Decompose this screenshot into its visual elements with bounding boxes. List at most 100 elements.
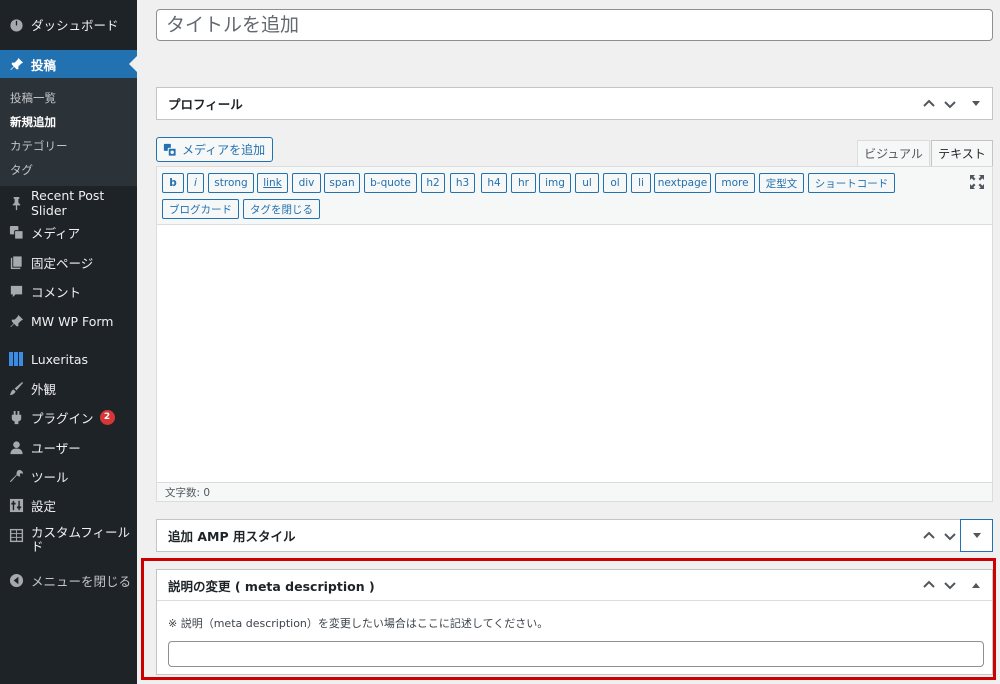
qt-span-button[interactable]: span xyxy=(324,173,360,193)
menu-posts[interactable]: 投稿 xyxy=(0,50,137,78)
qt-more-button[interactable]: more xyxy=(715,173,755,193)
meta-description-input[interactable] xyxy=(168,641,984,667)
qt-close-tags-button[interactable]: タグを閉じる xyxy=(243,199,320,219)
submenu-all-posts[interactable]: 投稿一覧 xyxy=(10,90,56,106)
tab-visual[interactable]: ビジュアル xyxy=(857,140,930,166)
qt-li-button[interactable]: li xyxy=(631,173,651,193)
amp-style-postbox: 追加 AMP 用スタイル xyxy=(156,518,993,552)
collapse-menu-button[interactable]: メニューを閉じる xyxy=(0,566,137,594)
chevron-down-icon xyxy=(943,532,956,540)
text-editor: b i strong link div span b-quote h2 h3 h… xyxy=(156,166,993,502)
menu-plugins-label: プラグイン xyxy=(31,410,94,426)
collapse-arrow-icon xyxy=(8,572,24,588)
caret-down-icon xyxy=(972,101,980,106)
dashboard-icon xyxy=(8,16,24,32)
caret-down-icon xyxy=(972,532,981,538)
menu-tools[interactable]: ツール xyxy=(0,462,137,490)
menu-users[interactable]: ユーザー xyxy=(0,433,137,461)
table-icon xyxy=(8,527,24,543)
admin-sidebar: ダッシュボード 投稿 投稿一覧 新規追加 カテゴリー タグ Recent Pos… xyxy=(0,0,137,684)
postbox-title: 説明の変更 ( meta description ) xyxy=(168,578,375,594)
menu-media[interactable]: メディア xyxy=(0,218,137,246)
menu-recent-post-slider-label: Recent Post Slider xyxy=(31,188,105,218)
menu-luxeritas[interactable]: Luxeritas xyxy=(0,345,137,373)
plugin-icon xyxy=(8,409,24,425)
qt-link-button[interactable]: link xyxy=(257,173,288,193)
menu-tools-label: ツール xyxy=(31,469,69,485)
postbox-header: 追加 AMP 用スタイル xyxy=(157,518,993,552)
settings-icon xyxy=(8,497,24,513)
toggle-panel-button[interactable] xyxy=(960,518,993,552)
qt-italic-button[interactable]: i xyxy=(187,173,204,193)
caret-up-icon xyxy=(972,582,980,588)
active-indicator xyxy=(129,56,137,72)
post-title-input[interactable] xyxy=(157,10,992,40)
menu-users-label: ユーザー xyxy=(31,440,81,456)
qt-nextpage-button[interactable]: nextpage xyxy=(654,173,711,193)
toggle-panel-button[interactable] xyxy=(960,570,992,601)
move-down-button[interactable] xyxy=(939,88,960,119)
chevron-up-icon xyxy=(922,99,935,107)
postbox-header: 説明の変更 ( meta description ) xyxy=(157,570,992,601)
submenu-add-new[interactable]: 新規追加 xyxy=(10,114,56,130)
menu-comments[interactable]: コメント xyxy=(0,277,137,305)
menu-pages-label: 固定ページ xyxy=(31,255,94,271)
qt-h3-button[interactable]: h3 xyxy=(450,173,475,193)
content-textarea[interactable] xyxy=(157,225,992,483)
menu-custom-fields-label: カスタムフィールド xyxy=(31,525,131,554)
qt-hr-button[interactable]: hr xyxy=(511,173,536,193)
menu-custom-fields[interactable]: カスタムフィールド xyxy=(0,526,137,560)
posts-submenu: 投稿一覧 新規追加 カテゴリー タグ xyxy=(0,78,137,186)
char-count: 文字数: 0 xyxy=(165,486,211,499)
meta-description-help: ※ 説明（meta description）を変更したい場合はここに記述してくだ… xyxy=(168,617,549,630)
submenu-tags[interactable]: タグ xyxy=(10,162,33,178)
add-media-label: メディアを追加 xyxy=(182,143,266,157)
qt-template-button[interactable]: 定型文 xyxy=(759,173,804,193)
move-up-button[interactable] xyxy=(918,88,939,119)
move-up-button[interactable] xyxy=(918,570,939,601)
qt-bquote-button[interactable]: b-quote xyxy=(364,173,417,193)
menu-settings[interactable]: 設定 xyxy=(0,491,137,519)
fullscreen-icon[interactable] xyxy=(970,175,984,189)
media-icon xyxy=(163,143,177,157)
toggle-panel-button[interactable] xyxy=(960,88,992,119)
menu-mw-wp-form[interactable]: MW WP Form xyxy=(0,307,137,335)
qt-h4-button[interactable]: h4 xyxy=(481,173,507,193)
qt-strong-button[interactable]: strong xyxy=(208,173,254,193)
post-title-box xyxy=(156,9,993,41)
qt-h2-button[interactable]: h2 xyxy=(421,173,445,193)
move-up-button[interactable] xyxy=(918,520,939,551)
menu-dashboard[interactable]: ダッシュボード xyxy=(0,10,137,38)
move-down-button[interactable] xyxy=(939,570,960,601)
menu-media-label: メディア xyxy=(31,225,81,241)
menu-comments-label: コメント xyxy=(31,284,82,300)
add-media-button[interactable]: メディアを追加 xyxy=(156,137,274,162)
menu-plugins[interactable]: プラグイン 2 xyxy=(0,403,137,431)
paintbrush-icon xyxy=(8,380,24,396)
qt-bold-button[interactable]: b xyxy=(162,173,184,193)
move-down-button[interactable] xyxy=(939,520,960,551)
meta-description-postbox: 説明の変更 ( meta description ) ※ 説明（meta des… xyxy=(156,569,993,675)
luxeritas-icon xyxy=(8,351,24,367)
qt-div-button[interactable]: div xyxy=(292,173,321,193)
quicktags-toolbar: b i strong link div span b-quote h2 h3 h… xyxy=(157,167,992,225)
media-icon xyxy=(8,224,24,240)
qt-blogcard-button[interactable]: ブログカード xyxy=(162,199,239,219)
submenu-categories[interactable]: カテゴリー xyxy=(10,138,68,154)
pin-icon xyxy=(8,195,24,211)
menu-settings-label: 設定 xyxy=(31,498,57,514)
tab-text[interactable]: テキスト xyxy=(931,140,993,166)
chevron-up-icon xyxy=(922,580,935,588)
menu-mw-wp-form-label: MW WP Form xyxy=(31,313,114,329)
user-icon xyxy=(8,439,24,455)
qt-ol-button[interactable]: ol xyxy=(603,173,627,193)
editor-status-bar: 文字数: 0 xyxy=(157,482,992,501)
qt-img-button[interactable]: img xyxy=(539,173,571,193)
pushpin-icon xyxy=(8,313,24,329)
qt-ul-button[interactable]: ul xyxy=(575,173,599,193)
menu-dashboard-label: ダッシュボード xyxy=(31,17,119,33)
menu-recent-post-slider[interactable]: Recent Post Slider xyxy=(0,188,137,218)
menu-appearance[interactable]: 外観 xyxy=(0,374,137,402)
menu-pages[interactable]: 固定ページ xyxy=(0,248,137,276)
qt-shortcode-button[interactable]: ショートコード xyxy=(808,173,895,193)
